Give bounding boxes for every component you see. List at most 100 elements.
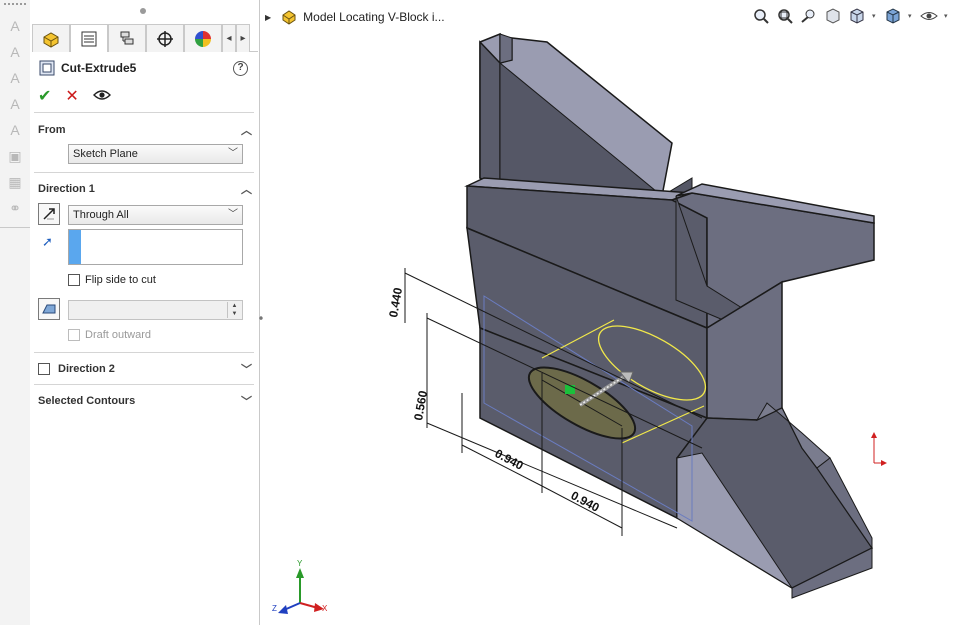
text-lock-icon[interactable]: A bbox=[5, 120, 25, 140]
text-box-icon[interactable]: A bbox=[5, 68, 25, 88]
direction2-checkbox[interactable] bbox=[38, 363, 50, 375]
view-orientation-dropdown[interactable]: ▾ bbox=[872, 12, 878, 20]
help-button[interactable]: ? bbox=[233, 60, 248, 76]
crosshair-icon bbox=[157, 30, 173, 47]
chain-link-icon[interactable]: ⚭ bbox=[5, 198, 25, 218]
from-section-label: From bbox=[38, 124, 66, 136]
tab-scroll-left[interactable]: ◂ bbox=[222, 24, 236, 52]
document-title: Model Locating V-Block i... bbox=[303, 10, 445, 24]
text-edit-icon[interactable]: A bbox=[5, 42, 25, 62]
direction1-section-header[interactable]: Direction 1 ︿ bbox=[38, 180, 252, 198]
chevron-down-icon: ﹀ bbox=[228, 209, 238, 220]
print-icon[interactable]: ▣ bbox=[5, 146, 25, 166]
model-back-left-face bbox=[479, 40, 501, 190]
section-view-icon bbox=[826, 8, 840, 24]
preview-button[interactable] bbox=[92, 89, 111, 104]
draft-angle-input[interactable]: ▲ ▼ bbox=[68, 300, 243, 320]
display-style-icon bbox=[886, 8, 900, 24]
chevron-down-icon: ﹀ bbox=[241, 396, 252, 408]
draft-icon bbox=[42, 304, 56, 314]
direction1-label: Direction 1 bbox=[38, 183, 95, 195]
direction2-section-header[interactable]: Direction 2 ﹀ bbox=[38, 361, 252, 377]
flip-side-label: Flip side to cut bbox=[85, 274, 156, 286]
dimension-label[interactable]: 0.940 bbox=[569, 488, 602, 515]
tab-configuration-manager[interactable] bbox=[108, 24, 146, 52]
selected-contours-label: Selected Contours bbox=[38, 395, 136, 407]
previous-view-icon bbox=[801, 9, 815, 23]
zoom-area-icon bbox=[778, 9, 793, 24]
feature-tree-flyout[interactable]: ▶ Model Locating V-Block i... bbox=[265, 8, 445, 26]
chevron-up-icon: ︿ bbox=[241, 125, 252, 137]
display-style-button[interactable] bbox=[884, 7, 902, 25]
configuration-icon bbox=[120, 31, 134, 44]
toolbar-grip[interactable] bbox=[4, 3, 26, 7]
direction2-label: Direction 2 bbox=[58, 363, 115, 375]
display-pie-icon bbox=[195, 30, 211, 47]
draft-outward-label: Draft outward bbox=[85, 329, 152, 341]
section-divider bbox=[34, 172, 254, 173]
tab-display-manager[interactable] bbox=[184, 24, 222, 52]
property-manager-icon bbox=[81, 31, 97, 46]
section-view-button[interactable] bbox=[824, 7, 842, 25]
selected-contours-header[interactable]: Selected Contours ﹀ bbox=[38, 392, 252, 410]
left-command-strip: A A A A A ▣ ▦ ⚭ bbox=[0, 0, 30, 625]
view-orientation-icon bbox=[850, 8, 864, 24]
tab-scroll-right[interactable]: ▸ bbox=[236, 24, 250, 52]
display-style-dropdown[interactable]: ▾ bbox=[908, 12, 914, 20]
draft-outward-checkbox[interactable] bbox=[68, 329, 80, 341]
feature-title-row: Cut-Extrude5 ? bbox=[38, 58, 248, 78]
grid-icon[interactable]: ▦ bbox=[5, 172, 25, 192]
property-manager-panel: ◂ ▸ Cut-Extrude5 ? ✔ ✕ From ︿ Sketch Pla… bbox=[30, 0, 260, 625]
graphics-viewport[interactable]: 0.440 0.560 0.940 0.940 Y X Z bbox=[262, 28, 975, 625]
selection-highlight bbox=[69, 230, 81, 264]
section-divider bbox=[34, 352, 254, 353]
flip-side-checkbox[interactable] bbox=[68, 274, 80, 286]
sketch-relation-marker bbox=[565, 385, 575, 394]
draft-toggle-button[interactable] bbox=[38, 298, 60, 320]
previous-view-button[interactable] bbox=[800, 7, 818, 25]
strip-divider bbox=[0, 227, 30, 228]
view-orientation-button[interactable] bbox=[848, 7, 866, 25]
chevron-left-icon: ◂ bbox=[226, 33, 232, 44]
model-view: 0.440 0.560 0.940 0.940 Y X Z bbox=[272, 32, 887, 614]
chevron-down-icon: ﹀ bbox=[241, 364, 252, 376]
model-notch-face bbox=[499, 33, 513, 64]
chevron-up-icon: ︿ bbox=[241, 184, 252, 196]
manager-tabs: ◂ ▸ bbox=[32, 24, 258, 52]
section-divider bbox=[34, 384, 254, 385]
from-select-value: Sketch Plane bbox=[73, 148, 138, 160]
triad-y-label: Y bbox=[297, 559, 303, 568]
text-icon[interactable]: A bbox=[5, 16, 25, 36]
zoom-to-fit-button[interactable] bbox=[752, 7, 770, 25]
triad-x-label: X bbox=[322, 604, 328, 613]
feature-tree-icon bbox=[43, 31, 59, 48]
expand-arrow-icon[interactable]: ▶ bbox=[265, 13, 271, 22]
reverse-direction-button[interactable] bbox=[38, 203, 60, 225]
zoom-fit-icon bbox=[754, 9, 769, 24]
panel-grip[interactable] bbox=[140, 8, 146, 14]
cancel-button[interactable]: ✕ bbox=[65, 86, 78, 106]
hide-show-items-button[interactable] bbox=[920, 7, 938, 25]
draft-outward-row[interactable]: Draft outward bbox=[68, 329, 151, 341]
from-select[interactable]: Sketch Plane ﹀ bbox=[68, 144, 243, 164]
tab-feature-manager[interactable] bbox=[32, 24, 70, 52]
from-section-header[interactable]: From ︿ bbox=[38, 121, 252, 139]
feature-name: Cut-Extrude5 bbox=[61, 61, 137, 75]
part-icon bbox=[282, 10, 296, 25]
tab-dimxpert-manager[interactable] bbox=[146, 24, 184, 52]
tab-property-manager[interactable] bbox=[70, 24, 108, 52]
direction-vector-selection-box[interactable] bbox=[68, 229, 243, 265]
end-condition-select[interactable]: Through All ﹀ bbox=[68, 205, 243, 225]
cut-extrude-icon bbox=[39, 60, 55, 76]
section-divider bbox=[34, 112, 254, 113]
dimension-label[interactable]: 0.440 bbox=[386, 286, 405, 318]
reverse-direction-icon bbox=[43, 208, 55, 220]
zoom-area-button[interactable] bbox=[776, 7, 794, 25]
eye-visibility-icon bbox=[920, 12, 938, 20]
chevron-right-icon: ▸ bbox=[240, 33, 246, 44]
flip-side-row[interactable]: Flip side to cut bbox=[68, 274, 156, 286]
ok-button[interactable]: ✔ bbox=[38, 86, 51, 106]
spin-buttons[interactable]: ▲ ▼ bbox=[227, 302, 241, 318]
hide-show-dropdown[interactable]: ▾ bbox=[944, 12, 950, 20]
text-frame-icon[interactable]: A bbox=[5, 94, 25, 114]
